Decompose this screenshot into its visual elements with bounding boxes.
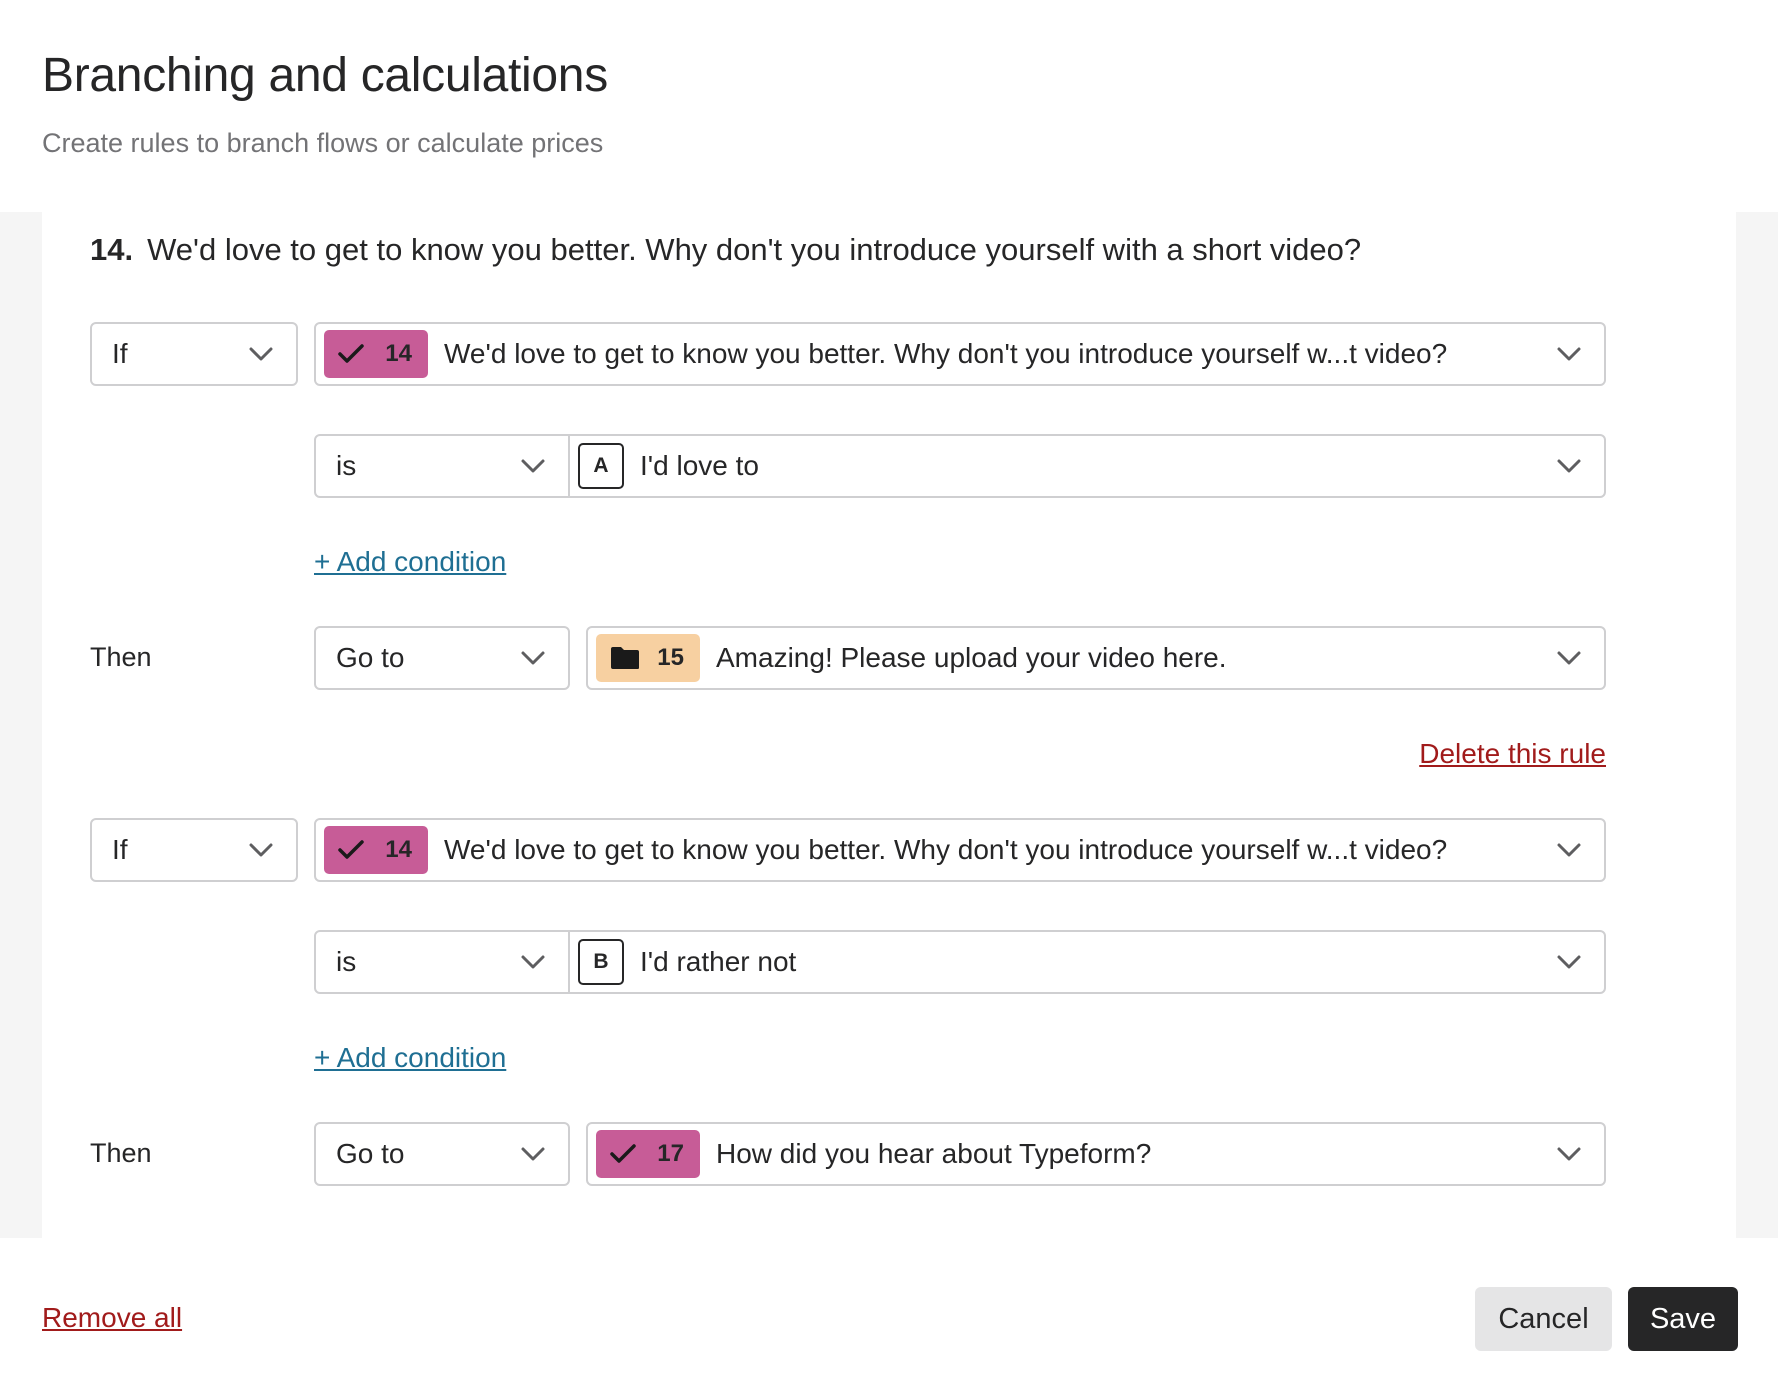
target-question-select[interactable]: 15 Amazing! Please upload your video her… [586,626,1606,690]
question-badge: 14 [324,826,428,874]
operator-select[interactable]: is [316,436,570,496]
question-text: We'd love to get to know you better. Why… [147,232,1362,267]
operator-select[interactable]: is [316,932,570,992]
question-field-select[interactable]: 14 We'd love to get to know you better. … [314,322,1606,386]
choice-key-badge: A [578,443,624,489]
action-select[interactable]: Go to [314,626,570,690]
check-icon [610,1143,636,1165]
then-label: Then [90,642,152,672]
condition-row: is B I'd rather not [314,930,1606,994]
question-field-text: We'd love to get to know you better. Why… [444,338,1448,369]
chevron-down-icon [1556,458,1582,474]
chevron-down-icon [520,954,546,970]
question-badge-number: 14 [385,340,412,367]
target-question-text: Amazing! Please upload your video here. [716,642,1227,673]
chevron-down-icon [248,346,274,362]
question-badge-number: 14 [385,836,412,863]
value-label: I'd love to [640,450,759,481]
save-button[interactable]: Save [1628,1287,1738,1351]
chevron-down-icon [1556,346,1582,362]
target-badge: 17 [596,1130,700,1178]
chevron-down-icon [1556,842,1582,858]
value-select[interactable]: A I'd love to [570,436,1604,496]
if-select[interactable]: If [90,322,298,386]
remove-all-link[interactable]: Remove all [42,1302,182,1334]
chevron-down-icon [520,650,546,666]
add-condition-link[interactable]: + Add condition [314,1042,506,1074]
folder-icon [610,646,640,670]
chevron-down-icon [1556,650,1582,666]
target-question-text: How did you hear about Typeform? [716,1138,1152,1169]
condition-row: is A I'd love to [314,434,1606,498]
check-icon [338,343,364,365]
question-heading: 14. We'd love to get to know you better. … [90,232,1361,268]
chevron-down-icon [1556,1146,1582,1162]
target-question-select[interactable]: 17 How did you hear about Typeform? [586,1122,1606,1186]
then-label: Then [90,1138,152,1168]
chevron-down-icon [520,458,546,474]
action-select[interactable]: Go to [314,1122,570,1186]
if-select-label: If [112,834,128,865]
action-label: Go to [336,1138,405,1169]
question-badge: 14 [324,330,428,378]
add-condition-link[interactable]: + Add condition [314,546,506,578]
chevron-down-icon [1556,954,1582,970]
page-title: Branching and calculations [42,49,608,102]
if-select[interactable]: If [90,818,298,882]
dialog-header: Branching and calculations Create rules … [0,0,1778,212]
chevron-down-icon [248,842,274,858]
action-label: Go to [336,642,405,673]
if-select-label: If [112,338,128,369]
target-badge-number: 15 [657,644,684,671]
value-label: I'd rather not [640,946,797,977]
question-number: 14. [90,232,134,267]
delete-rule-link[interactable]: Delete this rule [1419,738,1606,770]
question-field-select[interactable]: 14 We'd love to get to know you better. … [314,818,1606,882]
operator-label: is [336,450,357,481]
choice-key-badge: B [578,939,624,985]
question-field-text: We'd love to get to know you better. Why… [444,834,1448,865]
target-badge-number: 17 [657,1140,684,1167]
value-select[interactable]: B I'd rather not [570,932,1604,992]
chevron-down-icon [520,1146,546,1162]
cancel-button[interactable]: Cancel [1475,1287,1612,1351]
operator-label: is [336,946,357,977]
page-subtitle: Create rules to branch flows or calculat… [42,128,604,158]
target-badge: 15 [596,634,700,682]
check-icon [338,839,364,861]
